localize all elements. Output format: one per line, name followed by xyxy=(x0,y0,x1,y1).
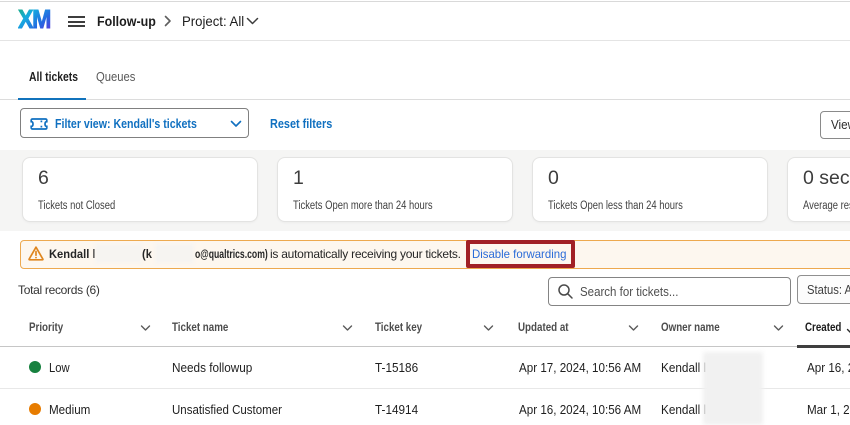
svg-text:XM: XM xyxy=(18,6,50,34)
